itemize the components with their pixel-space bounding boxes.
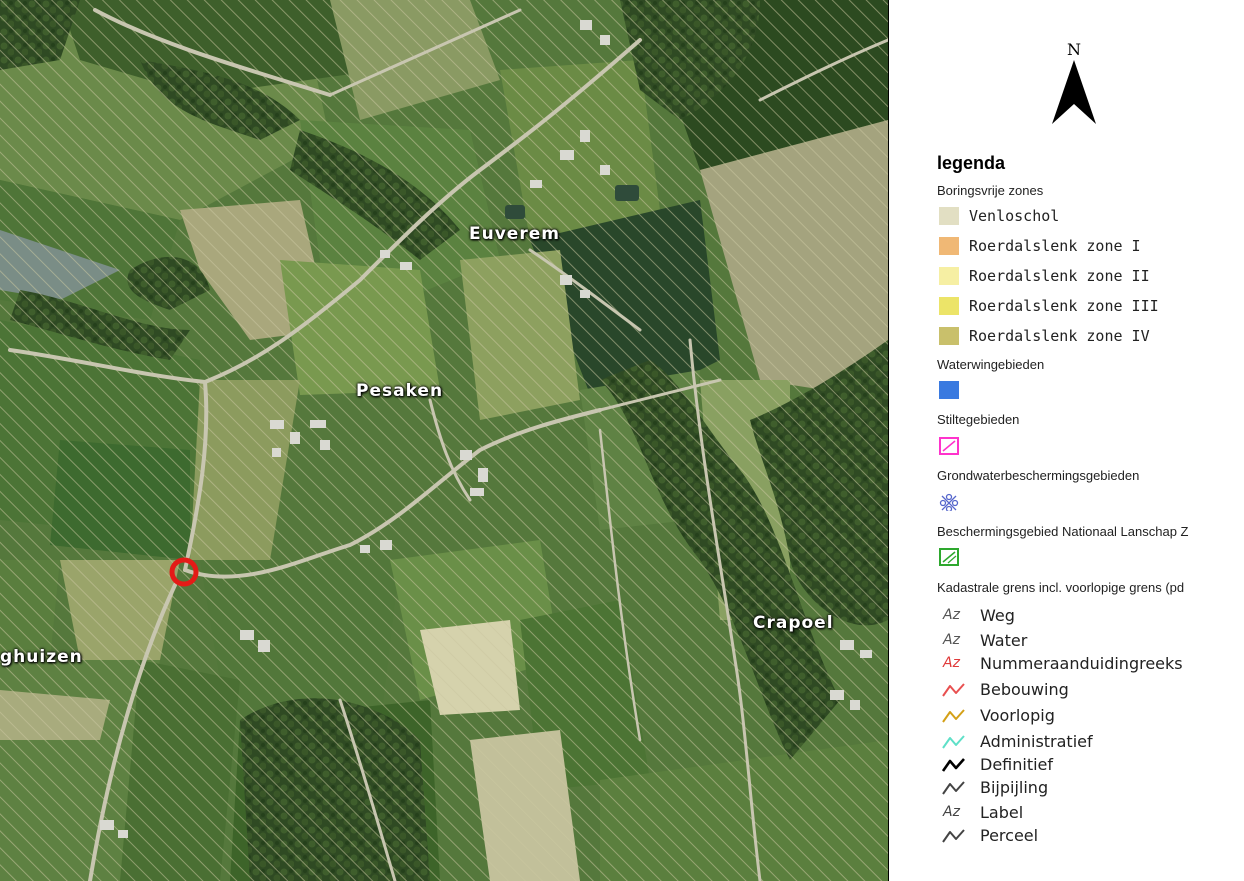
legend-section-kadastraal: Kadastrale grens incl. voorlopige grens … [937, 580, 1185, 595]
swatch-waterwingebieden [939, 381, 959, 399]
swatch-grondwater-icon [939, 493, 959, 511]
legend-panel: N legenda Boringsvrije zones Venloschol … [888, 0, 1244, 881]
az-weg-icon: Az [943, 607, 960, 623]
legend-section-waterwin: Waterwingebieden [937, 357, 1045, 372]
az-nummeraanduidingreeks-icon: Az [943, 655, 960, 671]
legend-item-bebouwing: Bebouwing [980, 680, 1069, 699]
place-label-euverem: Euverem [469, 224, 560, 244]
az-water-icon: Az [943, 632, 960, 648]
swatch-roerdalslenk-zone-1 [939, 237, 959, 255]
aerial-imagery [0, 0, 888, 881]
line-bijpijling-icon [942, 781, 965, 795]
line-bebouwing-icon [942, 683, 965, 697]
legend-section-boringsvrij: Boringsvrije zones [937, 183, 1044, 198]
legend-item-water: Water [980, 631, 1028, 650]
place-label-ghuizen: ghuizen [0, 647, 83, 667]
aerial-map[interactable]: Euverem Pesaken Crapoel ghuizen [0, 0, 888, 881]
legend-item-perceel: Perceel [980, 826, 1039, 845]
legend-item-roerdalslenk-zone-3: Roerdalslenk zone III [969, 297, 1159, 315]
legend-section-nationaal: Beschermingsgebied Nationaal Lanschap Z [937, 524, 1189, 539]
legend-section-stilte: Stiltegebieden [937, 412, 1020, 427]
swatch-stiltegebieden [939, 437, 959, 455]
legend-item-bijpijling: Bijpijling [980, 778, 1049, 797]
az-label-icon: Az [943, 804, 960, 820]
swatch-roerdalslenk-zone-2 [939, 267, 959, 285]
legend-section-grondwater: Grondwaterbeschermingsgebieden [937, 468, 1140, 483]
legend-item-definitief: Definitief [980, 755, 1054, 774]
north-arrow-icon [1052, 60, 1096, 124]
line-voorlopig-icon [942, 709, 965, 723]
place-label-pesaken: Pesaken [356, 381, 444, 401]
swatch-roerdalslenk-zone-4 [939, 327, 959, 345]
swatch-nationaal-landschap [939, 548, 959, 566]
swatch-roerdalslenk-zone-3 [939, 297, 959, 315]
legend-item-administratief: Administratief [980, 732, 1093, 751]
line-definitief-icon [941, 758, 965, 772]
legend-item-label: Label [980, 803, 1024, 822]
legend-item-roerdalslenk-zone-4: Roerdalslenk zone IV [969, 327, 1150, 345]
place-label-crapoel: Crapoel [753, 613, 834, 633]
line-perceel-icon [942, 829, 965, 843]
swatch-venloschol [939, 207, 959, 225]
line-administratief-icon [942, 735, 965, 749]
legend-item-roerdalslenk-zone-2: Roerdalslenk zone II [969, 267, 1150, 285]
legend-title: legenda [937, 153, 1006, 173]
legend-item-nummeraanduidingreeks: Nummeraanduidingreeks [980, 654, 1183, 673]
legend-item-weg: Weg [980, 606, 1015, 625]
legend-item-roerdalslenk-zone-1: Roerdalslenk zone I [969, 237, 1141, 255]
north-arrow: N [1046, 40, 1102, 130]
legend-item-venloschol: Venloschol [969, 207, 1060, 225]
legend-item-voorlopig: Voorlopig [980, 706, 1055, 725]
